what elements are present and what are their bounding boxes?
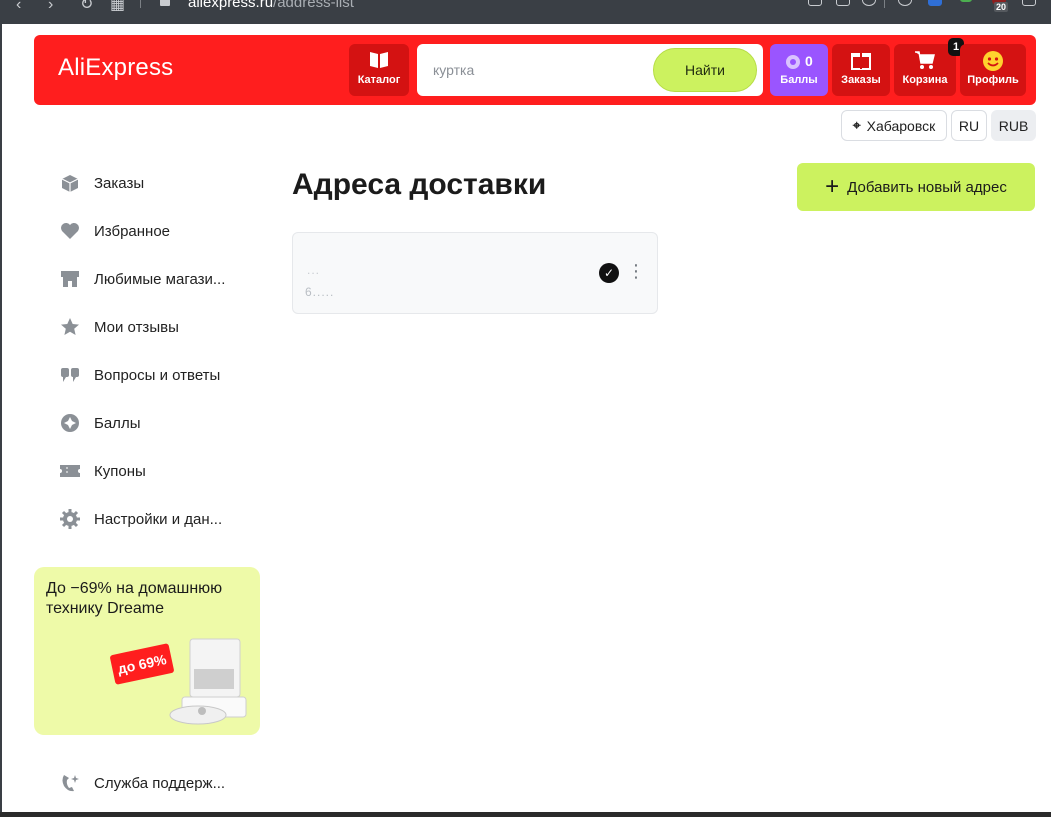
support-link[interactable]: Служба поддерж... [58,769,225,797]
cart-label: Корзина [902,74,948,86]
gift-box-icon [832,50,890,72]
points-icon: 0 [770,50,828,72]
heart-outline-icon[interactable] [862,0,876,6]
translate-icon[interactable] [928,0,942,6]
box-icon [58,171,82,195]
coupon-icon [58,459,82,483]
location-pin-icon: ⌖ [852,117,861,133]
browser-toolbar: ‹ › ↻ ▦ aliexpress.ru/address-list 20 [0,0,1051,24]
back-icon[interactable]: ‹ [16,0,21,13]
add-address-label: Добавить новый адрес [847,178,1007,196]
sidebar-item-favorites[interactable]: Избранное [58,217,170,245]
address-bar[interactable]: aliexpress.ru/address-list [188,0,354,11]
points-icon [58,411,82,435]
store-icon [58,267,82,291]
plus-icon: + [825,173,840,200]
search-input[interactable] [427,54,647,86]
catalog-button[interactable]: Каталог [349,44,409,96]
toolbar-divider [884,0,885,8]
promo-banner[interactable]: До −69% на домашнюю технику Dreame до 69… [34,567,260,735]
orders-button[interactable]: Заказы [832,44,890,96]
search-box: Найти [417,44,763,96]
download-icon[interactable] [960,0,972,2]
robot-vacuum-image [169,638,247,725]
sidebar-item-stores[interactable]: Любимые магази... [58,265,225,293]
bonus-count: 0 [805,53,813,69]
support-label: Служба поддерж... [94,774,226,792]
profile-button[interactable]: Профиль [960,44,1026,96]
bonus-label: Баллы [780,74,818,86]
search-button[interactable]: Найти [653,48,757,92]
sidebar-item-points[interactable]: Баллы [58,409,140,437]
logo[interactable]: AliExpress [58,54,173,82]
reload-icon[interactable]: ↻ [80,0,93,13]
smiley-icon [960,50,1026,72]
lock-icon[interactable] [160,0,170,6]
sidebar-item-settings[interactable]: Настройки и дан... [58,505,222,533]
language-selector[interactable]: RU [951,110,987,141]
tabs-grid-icon[interactable]: ▦ [110,0,125,13]
promo-text: До −69% на домашнюю технику Dreame [46,580,223,617]
currency-selector[interactable]: RUB [991,110,1036,141]
default-check-icon: ✓ [599,263,619,283]
page: AliExpress Каталог Найти 0 Баллы Заказы [2,24,1051,812]
site-header: AliExpress Каталог Найти 0 Баллы Заказы [34,35,1036,105]
profile-label: Профиль [967,74,1019,86]
camera-icon[interactable] [808,0,822,6]
book-icon [349,50,409,72]
toolbar-divider [140,0,141,8]
sidebar-item-label: Купоны [94,462,146,480]
block-icon[interactable] [836,0,850,6]
taskbar-edge [0,812,1051,817]
sidebar-item-label: Избранное [94,222,171,240]
url-host: aliexpress.ru [188,0,274,11]
sidebar-item-label: Вопросы и ответы [94,366,221,384]
orders-label: Заказы [841,74,881,86]
more-options-icon[interactable]: ⋮ [627,261,645,281]
add-address-button[interactable]: + Добавить новый адрес [797,163,1035,211]
address-postcode: 6..... [305,285,335,299]
globe-icon[interactable] [898,0,912,6]
cart-button[interactable]: Корзина 1 [894,38,964,96]
bonus-button[interactable]: 0 Баллы [770,44,828,96]
discount-tag: до 69% [109,643,175,685]
heart-icon [58,219,82,243]
city-label: Хабаровск [866,117,936,134]
sidebar-item-questions[interactable]: Вопросы и ответы [58,361,220,389]
forward-icon[interactable]: › [48,0,53,13]
sidebar-item-label: Заказы [94,174,145,192]
page-title: Адреса доставки [292,168,547,201]
sidebar-item-label: Мои отзывы [94,318,179,336]
support-phone-icon [58,771,82,795]
star-icon [58,315,82,339]
quotes-icon [58,363,82,387]
cart-icon [894,50,956,72]
url-path: /address-list [273,0,354,11]
extension-badge: 20 [994,2,1009,12]
sidebar-item-label: Любимые магази... [94,270,226,288]
cube-icon[interactable] [1022,0,1036,6]
sidebar-item-label: Настройки и дан... [94,510,223,528]
catalog-label: Каталог [357,74,401,86]
sidebar-item-coupons[interactable]: Купоны [58,457,146,485]
city-selector[interactable]: ⌖ Хабаровск [841,110,947,141]
gear-icon [58,507,82,531]
sidebar-item-reviews[interactable]: Мои отзывы [58,313,179,341]
address-card[interactable]: ... 6..... ✓ ⋮ [292,232,658,314]
sidebar-item-orders[interactable]: Заказы [58,169,144,197]
address-line: ... [307,263,321,277]
sidebar-item-label: Баллы [94,414,141,432]
